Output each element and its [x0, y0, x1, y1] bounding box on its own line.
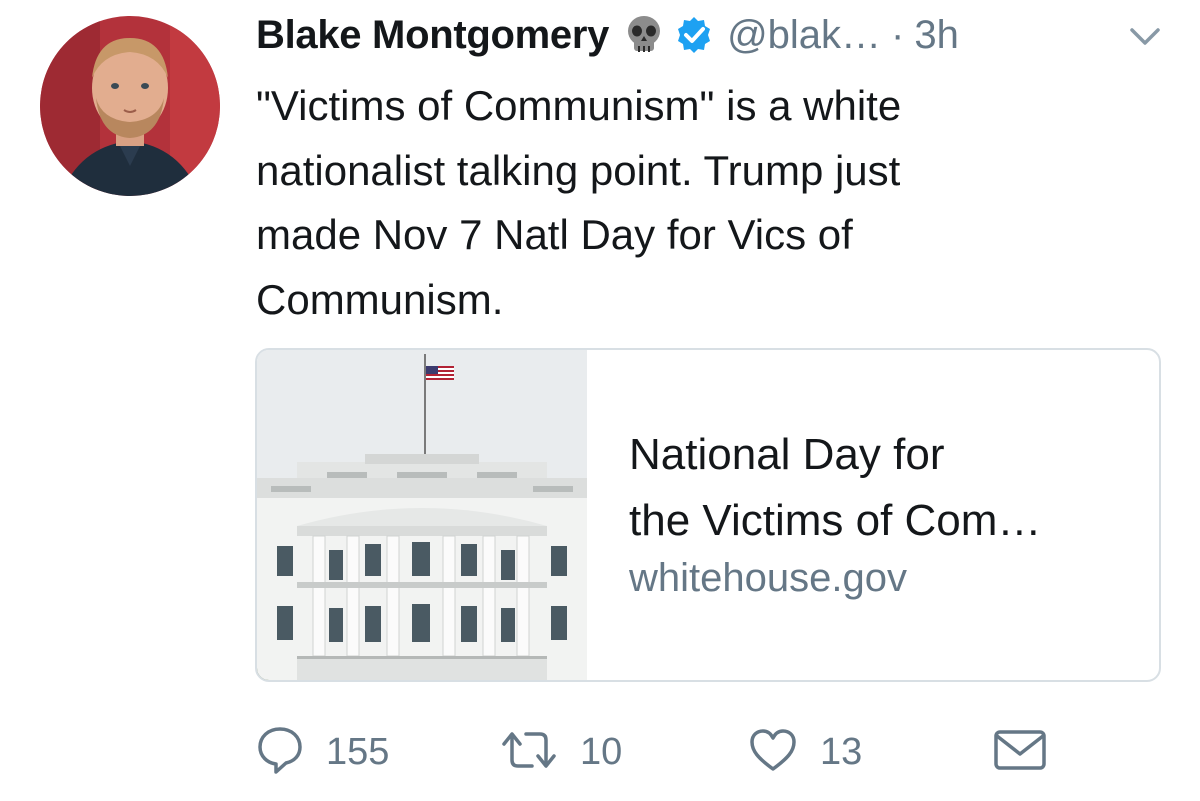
tweet-text-line: nationalist talking point. Trump just: [256, 146, 901, 194]
reply-count: 155: [326, 730, 390, 773]
speech-bubble-icon: [256, 725, 304, 780]
card-title-line: the Victims of Com…: [629, 496, 1042, 545]
like-button[interactable]: 13: [748, 722, 862, 782]
skull-icon: [625, 15, 663, 55]
tweet: Blake Montgomery @blak… · 3h "Victims of…: [0, 0, 1200, 801]
timestamp[interactable]: 3h: [914, 13, 959, 58]
retweet-arrows-icon: [500, 728, 558, 777]
direct-message-button[interactable]: [992, 722, 1048, 782]
tweet-text-line: made Nov 7 Natl Day for Vics of: [256, 211, 853, 258]
white-house-photo: [257, 350, 587, 680]
retweet-button[interactable]: 10: [500, 722, 622, 782]
retweet-count: 10: [580, 730, 623, 773]
envelope-icon: [992, 728, 1048, 777]
card-title-line: National Day for: [629, 430, 945, 479]
card-title: National Day for the Victims of Com…: [629, 422, 1149, 554]
user-handle[interactable]: @blak…: [727, 13, 881, 58]
tweet-text: "Victims of Communism" is a white nation…: [256, 74, 1156, 332]
display-name[interactable]: Blake Montgomery: [256, 13, 609, 58]
separator-dot: ·: [891, 12, 905, 57]
card-domain: whitehouse.gov: [629, 556, 907, 600]
tweet-text-line: Communism.: [256, 275, 504, 323]
tweet-actions: 155 10 13: [256, 722, 1156, 782]
avatar[interactable]: [40, 16, 220, 196]
chevron-down-icon[interactable]: [1128, 24, 1162, 48]
reply-button[interactable]: 155: [256, 722, 389, 782]
tweet-header: Blake Montgomery @blak… · 3h: [256, 10, 1176, 60]
verified-badge-icon: [675, 16, 713, 54]
tweet-text-line: "Victims of Communism" is a white: [256, 82, 902, 129]
heart-icon: [748, 727, 798, 778]
link-preview-card[interactable]: National Day for the Victims of Com… whi…: [255, 348, 1161, 682]
like-count: 13: [820, 730, 863, 773]
